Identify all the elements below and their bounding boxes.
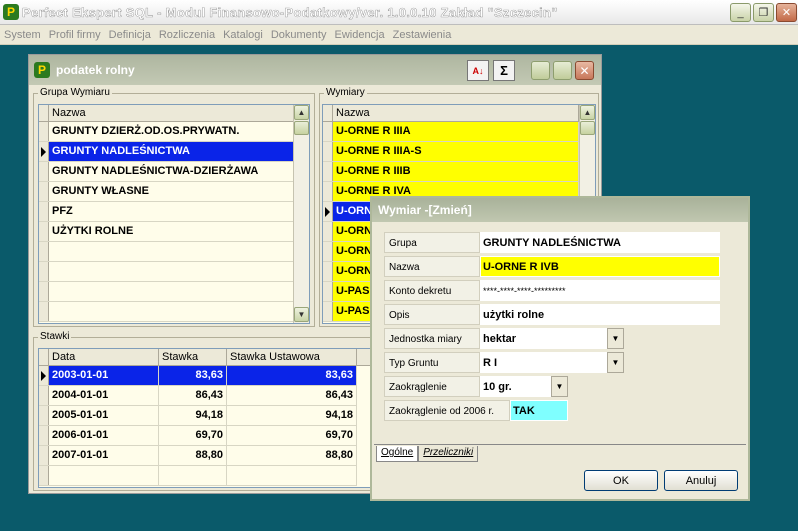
app-logo-icon: P [3, 4, 19, 20]
jm-select[interactable]: hektar ▼ [480, 328, 624, 349]
wymiary-label: Wymiary [324, 87, 367, 98]
list-item[interactable]: GRUNTY WŁASNE [39, 182, 295, 202]
list-item[interactable]: U-ORNE R IIIA-S [323, 142, 579, 162]
field-konto: Konto dekretu ****-****-****-********* [384, 280, 720, 301]
window-maximize-button[interactable] [553, 61, 572, 80]
dropdown-arrow-icon[interactable]: ▼ [607, 328, 624, 349]
cancel-button[interactable]: Anuluj [664, 470, 738, 491]
grupa-value[interactable]: GRUNTY NADLEŚNICTWA [480, 232, 720, 253]
sort-az-button[interactable]: A↓ [467, 60, 489, 81]
app-title: Perfect Ekspert SQL - Modul Finansowo-Po… [22, 4, 558, 20]
nazwa-input[interactable]: U-ORNE R IVB [480, 256, 720, 277]
list-item[interactable] [39, 262, 295, 282]
window-minimize-button[interactable] [531, 61, 550, 80]
dropdown-arrow-icon[interactable]: ▼ [551, 376, 568, 397]
opis-input[interactable]: użytki rolne [480, 304, 720, 325]
table-row[interactable]: 2003-01-01 83,63 83,63 [39, 366, 357, 386]
jm-value: hektar [480, 328, 624, 349]
list-item[interactable]: UŻYTKI ROLNE [39, 222, 295, 242]
list-item[interactable]: GRUNTY NADLEŚNICTWA-DZIERŻAWA [39, 162, 295, 182]
menu-rozliczenia[interactable]: Rozliczenia [159, 29, 215, 41]
window-close-button[interactable]: ✕ [575, 61, 594, 80]
opis-label: Opis [384, 304, 480, 325]
field-typ: Typ Gruntu R I ▼ [384, 352, 624, 373]
zaokr-label: Zaokrąglenie [384, 376, 480, 397]
tab-przeliczniki[interactable]: Przeliczniki [418, 446, 479, 462]
field-zaokr: Zaokrąglenie 10 gr. ▼ [384, 376, 568, 397]
column-header-nazwa[interactable]: Nazwa [49, 105, 295, 121]
window-title: podatek rolny [56, 63, 135, 77]
zaokr2006-value[interactable]: TAK [510, 400, 568, 421]
scroll-down-icon[interactable]: ▼ [294, 307, 309, 322]
grid-header: Nazwa [323, 105, 579, 122]
list-item[interactable]: GRUNTY NADLEŚNICTWA [39, 142, 295, 162]
typ-value: R I [480, 352, 624, 373]
grupa-wymiaru-group: Grupa Wymiaru Nazwa GRUNTY DZIERŻ.OD.OS.… [33, 87, 315, 327]
konto-label: Konto dekretu [384, 280, 480, 301]
menu-katalogi[interactable]: Katalogi [223, 29, 263, 41]
window-logo-icon: P [34, 62, 50, 78]
wymiar-dialog: Wymiar -[Zmień] Grupa GRUNTY NADLEŚNICTW… [370, 196, 750, 501]
minimize-button[interactable]: _ [730, 3, 751, 22]
list-item[interactable]: U-ORNE R IIIA [323, 122, 579, 142]
scroll-up-icon[interactable]: ▲ [294, 105, 309, 120]
grupa-wymiaru-label: Grupa Wymiaru [38, 87, 112, 98]
ok-button[interactable]: OK [584, 470, 658, 491]
grid-header: Nazwa [39, 105, 295, 122]
column-header-stawka-ustawowa[interactable]: Stawka Ustawowa [227, 349, 357, 365]
table-row[interactable]: 2004-01-01 86,43 86,43 [39, 386, 357, 406]
list-item[interactable] [39, 242, 295, 262]
typ-select[interactable]: R I ▼ [480, 352, 624, 373]
menu-profil-firmy[interactable]: Profil firmy [49, 29, 101, 41]
tab-divider [374, 444, 746, 445]
nazwa-label: Nazwa [384, 256, 480, 277]
table-row[interactable]: 2005-01-01 94,18 94,18 [39, 406, 357, 426]
list-item[interactable]: PFZ [39, 202, 295, 222]
grupa-wymiaru-grid[interactable]: Nazwa GRUNTY DZIERŻ.OD.OS.PRYWATN. GRUNT… [38, 104, 310, 324]
field-grupa: Grupa GRUNTY NADLEŚNICTWA [384, 232, 720, 253]
list-item[interactable] [39, 302, 295, 322]
list-item[interactable] [39, 282, 295, 302]
scroll-thumb[interactable] [580, 121, 595, 135]
app-title-bar: P Perfect Ekspert SQL - Modul Finansowo-… [0, 0, 798, 25]
list-item[interactable]: U-ORNE R IIIB [323, 162, 579, 182]
grupa-scrollbar[interactable]: ▲ ▼ [293, 105, 309, 323]
column-header-data[interactable]: Data [49, 349, 159, 365]
dialog-tabs: Ogólne Przeliczniki [376, 446, 479, 462]
menu-zestawienia[interactable]: Zestawienia [393, 29, 452, 41]
zaokr2006-label: Zaokrąglenie od 2006 r. [384, 400, 510, 421]
menu-ewidencja[interactable]: Ewidencja [334, 29, 384, 41]
scroll-thumb[interactable] [294, 121, 309, 135]
list-item[interactable]: GRUNTY DZIERŻ.OD.OS.PRYWATN. [39, 122, 295, 142]
menu-system[interactable]: System [4, 29, 41, 41]
table-row[interactable] [39, 466, 357, 486]
field-opis: Opis użytki rolne [384, 304, 720, 325]
field-zaokr2006: Zaokrąglenie od 2006 r. TAK [384, 400, 568, 421]
konto-input[interactable]: ****-****-****-********* [480, 280, 720, 301]
column-header-stawka[interactable]: Stawka [159, 349, 227, 365]
close-button[interactable]: ✕ [776, 3, 797, 22]
menu-definicja[interactable]: Definicja [109, 29, 151, 41]
dialog-title: Wymiar -[Zmień] [378, 203, 472, 217]
restore-button[interactable]: ❐ [753, 3, 774, 22]
window-title-bar: P podatek rolny A↓ Σ ✕ [29, 55, 601, 85]
sum-button[interactable]: Σ [493, 60, 515, 81]
typ-label: Typ Gruntu [384, 352, 480, 373]
field-nazwa: Nazwa U-ORNE R IVB [384, 256, 720, 277]
tab-ogolne[interactable]: Ogólne [376, 446, 419, 462]
zaokr-select[interactable]: 10 gr. ▼ [480, 376, 568, 397]
scroll-up-icon[interactable]: ▲ [580, 105, 595, 120]
dropdown-arrow-icon[interactable]: ▼ [607, 352, 624, 373]
table-row[interactable]: 2007-01-01 88,80 88,80 [39, 446, 357, 466]
stawki-label: Stawki [38, 331, 72, 342]
field-jm: Jednostka miary hektar ▼ [384, 328, 624, 349]
jm-label: Jednostka miary [384, 328, 480, 349]
menu-dokumenty[interactable]: Dokumenty [271, 29, 327, 41]
menu-bar: System Profil firmy Definicja Rozliczeni… [0, 25, 798, 45]
column-header-nazwa[interactable]: Nazwa [333, 105, 579, 121]
dialog-title-bar: Wymiar -[Zmień] [372, 198, 748, 222]
grupa-label: Grupa [384, 232, 480, 253]
table-row[interactable]: 2006-01-01 69,70 69,70 [39, 426, 357, 446]
